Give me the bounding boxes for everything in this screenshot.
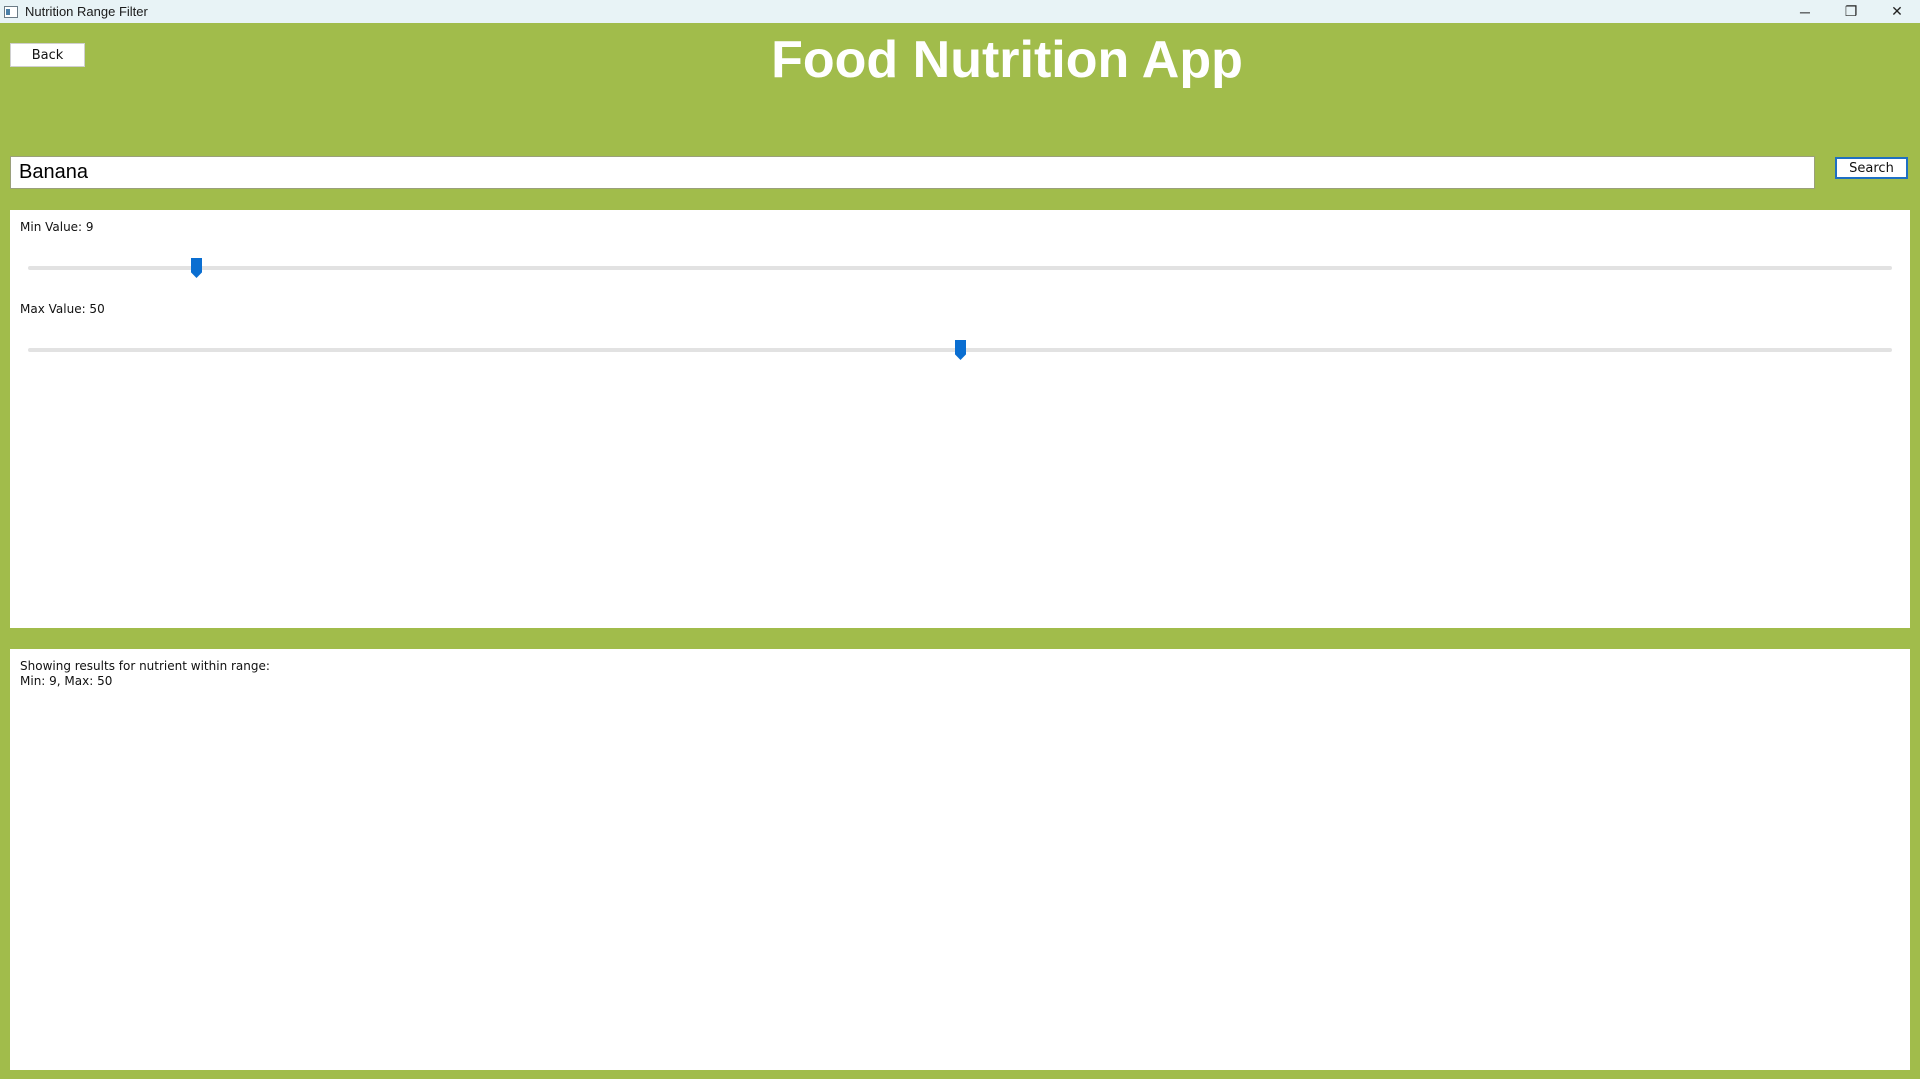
close-icon[interactable]: ✕	[1874, 0, 1920, 23]
maximize-icon[interactable]: ❐	[1828, 0, 1874, 23]
results-panel: Showing results for nutrient within rang…	[10, 649, 1910, 1070]
filter-panel: Min Value: 9 Max Value: 50	[10, 210, 1910, 628]
min-slider-thumb[interactable]	[191, 258, 202, 278]
window-titlebar: Nutrition Range Filter ─ ❐ ✕	[0, 0, 1920, 23]
max-slider-track[interactable]	[28, 340, 1892, 360]
minimize-icon[interactable]: ─	[1782, 0, 1828, 23]
search-input[interactable]	[10, 156, 1815, 189]
min-slider-track[interactable]	[28, 258, 1892, 278]
min-value-label: Min Value: 9	[20, 220, 94, 234]
search-button[interactable]: Search	[1835, 157, 1908, 179]
page-title: Food Nutrition App	[771, 31, 1243, 89]
window-controls: ─ ❐ ✕	[1782, 0, 1920, 23]
window-title: Nutrition Range Filter	[25, 4, 148, 19]
max-slider-thumb[interactable]	[955, 340, 966, 360]
results-range: Min: 9, Max: 50	[20, 674, 113, 688]
results-text: Showing results for nutrient within rang…	[20, 659, 270, 689]
app-icon	[4, 5, 18, 18]
max-value-label: Max Value: 50	[20, 302, 105, 316]
results-heading: Showing results for nutrient within rang…	[20, 659, 270, 673]
